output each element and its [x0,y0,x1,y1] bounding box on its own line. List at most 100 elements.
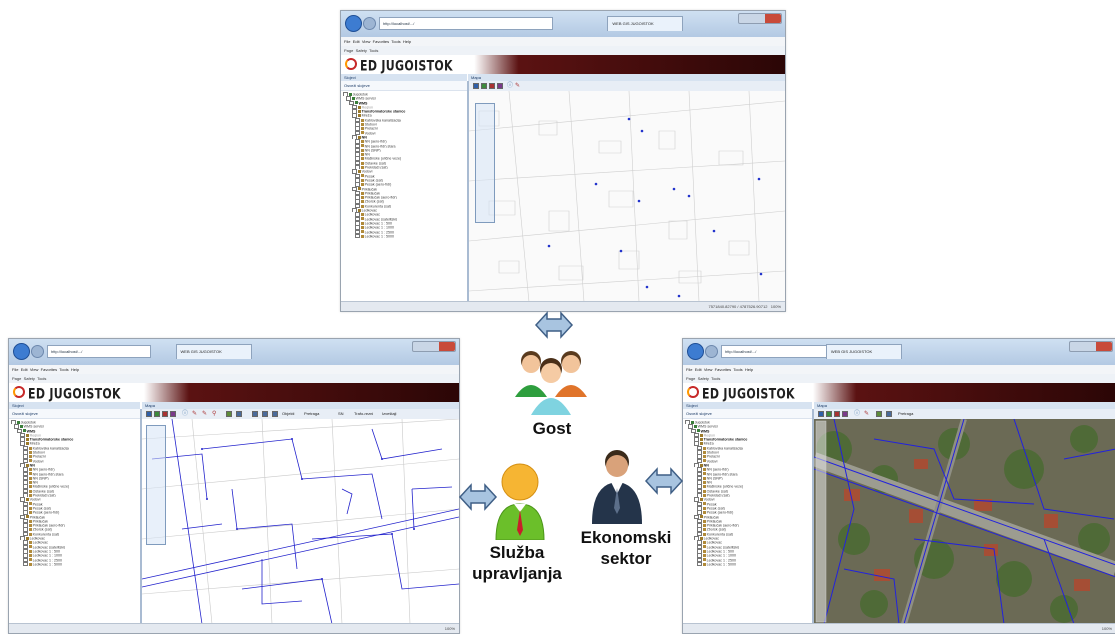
layer-tree-item[interactable]: Ledkovac 1 : 5000 [343,233,467,239]
pretraga-button[interactable]: Pretraga [898,411,913,417]
pan-tool-button[interactable] [818,411,824,417]
measure-tool-icon[interactable]: ✎ [864,411,870,417]
grid-tool-button[interactable] [252,411,258,417]
menu-view[interactable]: View [362,39,371,44]
window-controls[interactable] [412,341,456,352]
map-canvas[interactable] [814,419,1115,624]
layer-icon [28,485,32,489]
zoom-out-tool-button[interactable] [489,83,495,89]
sn-button[interactable]: SN [338,411,344,417]
cmd-safety[interactable]: Safety [24,376,35,381]
select-tool-icon[interactable]: ⚲ [212,411,218,417]
layer-checkbox[interactable] [23,561,28,567]
economic-role-label: Ekonomski sektor [566,527,686,569]
menu-view[interactable]: View [704,367,713,372]
layer-tree-item[interactable]: Ledkovac 1 : 5000 [685,561,812,567]
layer-tool-button[interactable] [226,411,232,417]
layer-icon [360,234,364,238]
print-tool-button[interactable] [886,411,892,417]
refresh-layers-button[interactable]: Osveži slojeve [683,409,812,419]
print-tool-button[interactable] [236,411,242,417]
browser-tab[interactable]: WEB GIS JUGOISTOK [175,344,252,359]
browser-tab[interactable]: WEB GIS JUGOISTOK [607,16,684,31]
forward-button[interactable] [363,17,376,30]
cmd-page[interactable]: Page [686,376,695,381]
menu-tools[interactable]: Tools [59,367,68,372]
cmd-safety[interactable]: Safety [698,376,709,381]
cmd-tools[interactable]: Tools [37,376,46,381]
trafo-button[interactable]: Trafo-rezni [354,411,373,417]
menu-file[interactable]: File [12,367,18,372]
objekti-button[interactable]: Objekti [282,411,294,417]
zoom-slider[interactable] [475,103,495,223]
cmd-safety[interactable]: Safety [356,48,367,53]
info-tool-icon[interactable]: ⓘ [854,411,860,417]
map-canvas[interactable] [142,419,459,624]
back-button[interactable] [687,343,704,360]
cmd-page[interactable]: Page [344,48,353,53]
address-bar[interactable]: http://localhost/.../ [47,345,151,358]
menu-edit[interactable]: Edit [695,367,702,372]
menu-favorites[interactable]: Favorites [373,39,389,44]
zoom-level[interactable]: 100% [771,304,781,309]
menu-help[interactable]: Help [745,367,753,372]
draw-tool-icon[interactable]: ✎ [202,411,208,417]
address-bar[interactable]: http://localhost/.../ [721,345,830,358]
address-bar[interactable]: http://localhost/.../ [379,17,553,30]
menu-help[interactable]: Help [403,39,411,44]
browser-tab[interactable]: WEB GIS JUGOISTOK [825,344,902,359]
menu-edit[interactable]: Edit [353,39,360,44]
list-tool-button[interactable] [262,411,268,417]
zoom-in-tool-button[interactable] [826,411,832,417]
zoom-slider[interactable] [146,425,166,545]
menu-view[interactable]: View [30,367,39,372]
cmd-page[interactable]: Page [12,376,21,381]
zoom-in-tool-button[interactable] [481,83,487,89]
logo-swirl-icon [13,386,25,398]
layer-icon [702,562,706,566]
refresh-layers-button[interactable]: Osveži slojeve [9,409,140,419]
extent-tool-button[interactable] [842,411,848,417]
izvestaji-button[interactable]: Izveštaji [382,411,396,417]
pretraga-button[interactable]: Pretraga [304,411,319,417]
extent-tool-button[interactable] [497,83,503,89]
zoom-out-tool-button[interactable] [834,411,840,417]
forward-button[interactable] [705,345,718,358]
menu-favorites[interactable]: Favorites [715,367,731,372]
window-controls[interactable] [738,13,782,24]
table-tool-button[interactable] [272,411,278,417]
users-group-icon [515,351,587,415]
info-tool-icon[interactable]: ⓘ [182,411,188,417]
layer-tree-item[interactable]: Ledkovac 1 : 5000 [11,561,140,567]
menu-edit[interactable]: Edit [21,367,28,372]
layers-panel: Osveži slojeve Jugoistok WMS servisi WMS Re… [341,81,469,302]
cmd-tools[interactable]: Tools [369,48,378,53]
menu-help[interactable]: Help [71,367,79,372]
window-controls[interactable] [1069,341,1113,352]
menu-favorites[interactable]: Favorites [41,367,57,372]
menu-file[interactable]: File [344,39,350,44]
menu-tools[interactable]: Tools [391,39,400,44]
zoom-out-tool-button[interactable] [162,411,168,417]
menu-file[interactable]: File [686,367,692,372]
zoom-level[interactable]: 100% [1102,626,1112,631]
zoom-in-tool-button[interactable] [154,411,160,417]
back-button[interactable] [345,15,362,32]
menu-bar: File Edit View Favorites Tools Help [341,37,785,46]
pan-tool-button[interactable] [473,83,479,89]
back-button[interactable] [13,343,30,360]
map-canvas[interactable] [469,91,785,302]
info-tool-icon[interactable]: ⓘ [507,83,513,89]
extent-tool-button[interactable] [170,411,176,417]
measure-tool-icon[interactable]: ✎ [192,411,198,417]
pan-tool-button[interactable] [146,411,152,417]
measure-tool-icon[interactable]: ✎ [515,83,521,89]
cmd-tools[interactable]: Tools [711,376,720,381]
forward-button[interactable] [31,345,44,358]
layer-checkbox[interactable] [697,561,702,567]
menu-tools[interactable]: Tools [733,367,742,372]
layer-tool-button[interactable] [876,411,882,417]
layer-checkbox[interactable] [355,233,360,239]
zoom-level[interactable]: 100% [445,626,455,631]
refresh-layers-button[interactable]: Osveži slojeve [341,81,467,91]
